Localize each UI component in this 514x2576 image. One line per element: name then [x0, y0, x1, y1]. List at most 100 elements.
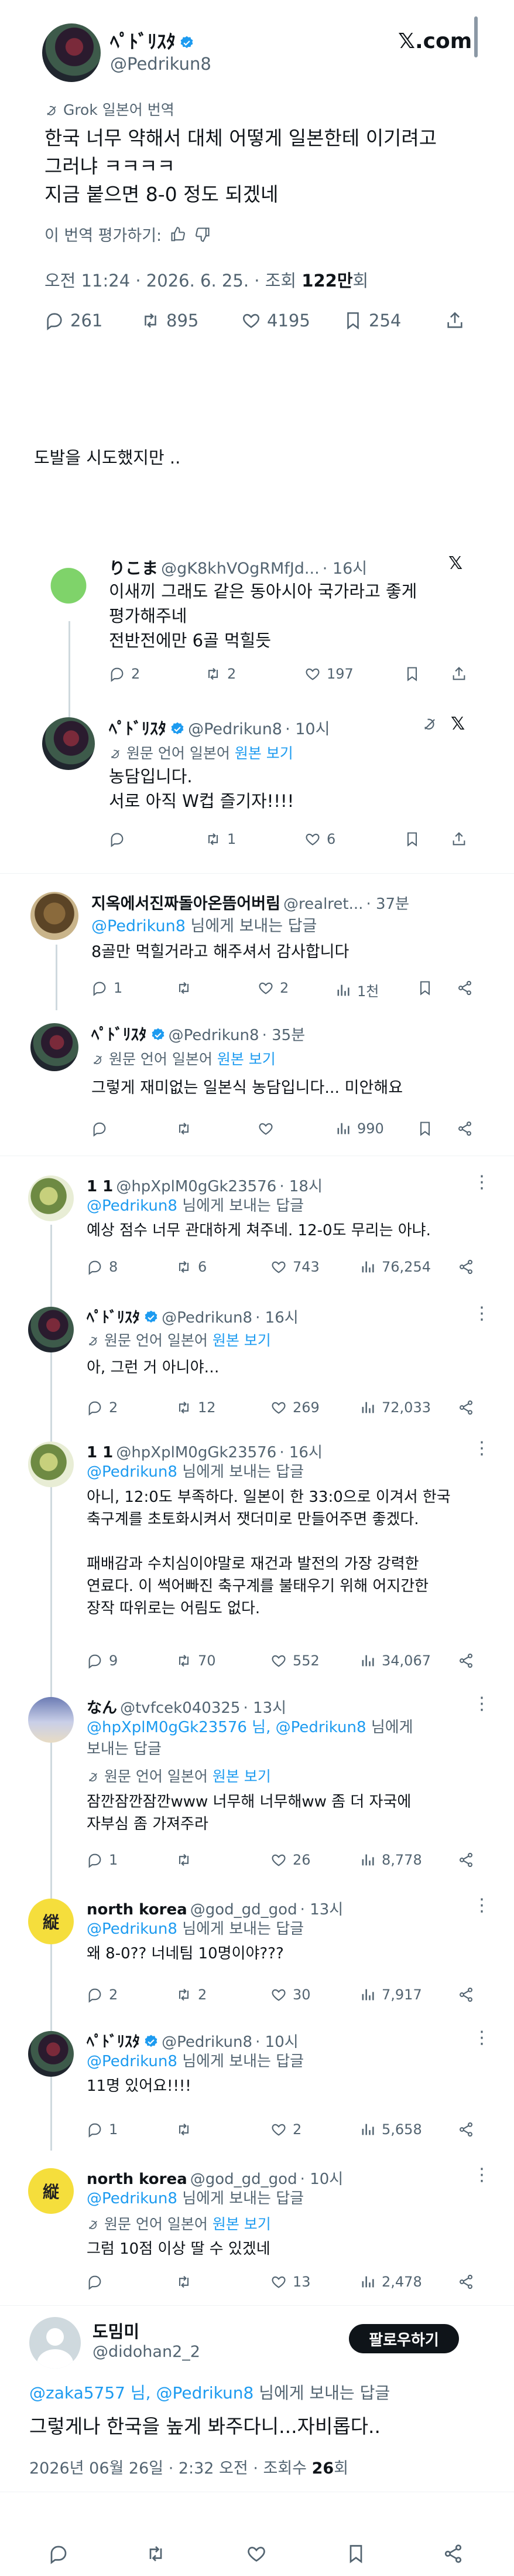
author-name[interactable]: ﾍﾟﾄﾞﾘｽﾀ — [87, 1309, 140, 1327]
share-button[interactable] — [457, 980, 473, 996]
repost-button[interactable] — [176, 1852, 192, 1868]
avatar[interactable] — [30, 1023, 78, 1071]
more-options-icon[interactable]: ⋮ — [473, 2165, 491, 2185]
repost-button[interactable]: 1 — [205, 831, 236, 847]
author-name[interactable]: 1 1 — [87, 1178, 113, 1195]
like-button[interactable] — [246, 2543, 267, 2564]
repost-button[interactable] — [176, 1120, 192, 1137]
thumbs-up-icon[interactable] — [170, 226, 186, 243]
show-original-link[interactable]: 원본 보기 — [235, 745, 293, 762]
show-original-link[interactable]: 원본 보기 — [217, 1051, 276, 1068]
x-logo-icon[interactable]: 𝕏.com — [398, 29, 472, 53]
author-handle[interactable]: @god_gd_god — [190, 2170, 297, 2188]
like-button[interactable]: 30 — [270, 1986, 311, 2003]
repost-button[interactable] — [176, 980, 192, 996]
author-handle[interactable]: @Pedrikun8 — [110, 54, 211, 74]
reply-button[interactable]: 261 — [44, 311, 102, 330]
like-button[interactable]: 552 — [270, 1652, 320, 1669]
reply-button[interactable]: 2 — [109, 666, 140, 682]
author-name[interactable]: north korea — [87, 1901, 187, 1919]
share-button[interactable] — [458, 2121, 474, 2138]
avatar[interactable] — [42, 717, 95, 770]
views-button[interactable]: 72,033 — [359, 1399, 431, 1416]
post-time[interactable]: · 10시 — [300, 2170, 344, 2188]
like-button[interactable]: 6 — [304, 831, 335, 847]
reply-button[interactable]: 8 — [87, 1259, 118, 1275]
author-name[interactable]: 지옥에서진짜돌아온뜸어버림 — [91, 895, 280, 913]
repost-button[interactable] — [176, 2121, 192, 2138]
author-name[interactable]: ﾍﾟﾄﾞﾘｽﾀ — [109, 719, 166, 738]
avatar[interactable] — [28, 1175, 74, 1221]
reply-button[interactable]: 2 — [87, 1986, 118, 2003]
show-original-link[interactable]: 원본 보기 — [213, 1768, 271, 1785]
bookmark-button[interactable] — [417, 1120, 433, 1137]
reply-button[interactable]: 9 — [87, 1652, 118, 1669]
author-name[interactable]: 도밈미 — [92, 2318, 139, 2343]
avatar[interactable] — [28, 1697, 74, 1743]
bookmark-button[interactable] — [417, 980, 433, 996]
follow-button[interactable]: 팔로우하기 — [349, 2324, 459, 2353]
repost-button[interactable]: 6 — [176, 1259, 207, 1275]
reply-button[interactable] — [109, 831, 125, 847]
reply-button[interactable] — [91, 1120, 108, 1137]
like-button[interactable]: 2 — [258, 980, 289, 996]
avatar[interactable] — [28, 2031, 74, 2077]
author-handle[interactable]: @Pedrikun8 — [188, 720, 282, 738]
post-time[interactable]: · 16시 — [255, 1309, 299, 1327]
views-button[interactable]: 990 — [335, 1120, 384, 1137]
more-options-icon[interactable]: ⋮ — [473, 1694, 491, 1714]
show-original-link[interactable]: 원본 보기 — [213, 2216, 271, 2233]
avatar[interactable] — [29, 2317, 81, 2369]
reply-button[interactable] — [48, 2543, 69, 2564]
author-name[interactable]: 1 1 — [87, 1444, 113, 1461]
x-logo-icon[interactable]: 𝕏 — [451, 714, 465, 734]
reply-button[interactable]: 1 — [91, 980, 122, 996]
repost-button[interactable] — [145, 2543, 166, 2564]
bookmark-button[interactable] — [404, 831, 420, 847]
more-options-icon[interactable]: ⋮ — [473, 1895, 491, 1916]
post-time[interactable]: · 10시 — [255, 2033, 299, 2051]
thumbs-down-icon[interactable] — [194, 226, 211, 243]
more-options-icon[interactable]: ⋮ — [473, 1172, 491, 1192]
like-button[interactable]: 26 — [270, 1852, 311, 1868]
repost-button[interactable]: 2 — [176, 1986, 207, 2003]
repost-button[interactable]: 895 — [141, 311, 198, 330]
like-button[interactable]: 269 — [270, 1399, 320, 1416]
author-name[interactable]: ﾍﾟﾄﾞﾘｽﾀ — [91, 1026, 147, 1044]
author-handle[interactable]: @tvfcek040325 — [120, 1699, 240, 1717]
views-button[interactable]: 5,658 — [359, 2121, 422, 2138]
share-button[interactable] — [458, 1259, 474, 1275]
avatar[interactable] — [42, 557, 95, 609]
share-button[interactable] — [457, 1120, 473, 1137]
share-button[interactable] — [458, 1852, 474, 1868]
post-time[interactable]: · 16시 — [279, 1444, 323, 1461]
author-handle[interactable]: @god_gd_god — [190, 1901, 297, 1919]
avatar[interactable] — [30, 892, 78, 940]
author-handle[interactable]: @didohan2_2 — [92, 2343, 200, 2361]
avatar[interactable] — [28, 1442, 74, 1487]
author-handle[interactable]: @Pedrikun8 — [162, 2033, 252, 2051]
author-name[interactable]: ﾍﾟﾄﾞﾘｽﾀ — [110, 30, 176, 53]
share-button[interactable] — [443, 2543, 464, 2564]
avatar[interactable] — [42, 23, 101, 82]
post-time[interactable]: · 13시 — [244, 1699, 287, 1717]
bookmark-button[interactable]: 254 — [343, 311, 401, 330]
post-time[interactable]: · 37분 — [366, 895, 409, 913]
views-button[interactable]: 2,478 — [359, 2274, 422, 2290]
views-button[interactable]: 34,067 — [359, 1652, 431, 1669]
post-time[interactable]: · 13시 — [300, 1901, 344, 1919]
share-button[interactable] — [451, 831, 467, 847]
x-logo-icon[interactable]: 𝕏 — [448, 553, 462, 574]
reply-button[interactable] — [87, 2274, 103, 2290]
author-handle[interactable]: @hpXplM0gGk23576 — [116, 1444, 276, 1461]
more-options-icon[interactable]: ⋮ — [473, 1303, 491, 1324]
like-button[interactable]: 2 — [270, 2121, 301, 2138]
views-button[interactable]: 76,254 — [359, 1259, 431, 1275]
more-options-icon[interactable]: ⋮ — [473, 1438, 491, 1459]
author-handle[interactable]: @Pedrikun8 — [169, 1027, 259, 1044]
share-button[interactable] — [458, 1652, 474, 1669]
bookmark-button[interactable] — [404, 666, 420, 682]
like-button[interactable]: 743 — [270, 1259, 320, 1275]
post-time[interactable]: · 16시 — [323, 560, 367, 578]
like-button[interactable] — [258, 1120, 274, 1137]
